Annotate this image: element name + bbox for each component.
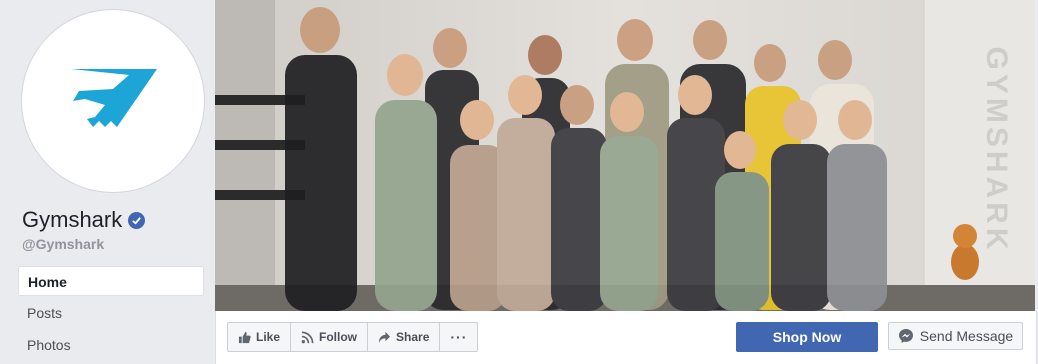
- avatar: [28, 16, 198, 186]
- follow-button[interactable]: Follow: [291, 323, 369, 351]
- send-message-label: Send Message: [919, 328, 1014, 344]
- share-label: Share: [396, 330, 430, 344]
- like-label: Like: [256, 330, 281, 344]
- messenger-icon: [898, 329, 913, 343]
- nav-item-home[interactable]: Home: [18, 266, 204, 296]
- verified-check-icon: [128, 211, 146, 229]
- send-message-button[interactable]: Send Message: [888, 322, 1023, 350]
- like-button[interactable]: Like: [228, 323, 292, 351]
- page-handle[interactable]: @Gymshark: [22, 236, 104, 252]
- shop-now-button[interactable]: Shop Now: [736, 322, 878, 352]
- cover-photo-image: GYMSHARK: [215, 0, 1035, 311]
- page-title[interactable]: Gymshark: [22, 207, 146, 233]
- thumbs-up-icon: [238, 331, 251, 343]
- nav-item-photos[interactable]: Photos: [18, 330, 204, 360]
- profile-picture[interactable]: [22, 10, 204, 192]
- share-arrow-icon: [378, 331, 391, 343]
- gymshark-logo-icon: [71, 69, 157, 127]
- page-action-bar: Like Follow Share ··· Shop Now Send Mess…: [215, 311, 1037, 364]
- more-options-button[interactable]: ···: [440, 323, 477, 351]
- page-name-text[interactable]: Gymshark: [22, 207, 122, 233]
- nav-item-posts[interactable]: Posts: [18, 298, 204, 328]
- more-dots-icon: ···: [450, 329, 468, 345]
- page-actions-group: Like Follow Share ···: [227, 322, 479, 352]
- share-button[interactable]: Share: [368, 323, 441, 351]
- rss-icon: [301, 331, 314, 343]
- cover-watermark: GYMSHARK: [980, 46, 1013, 253]
- cover-photo[interactable]: GYMSHARK: [215, 0, 1035, 311]
- follow-label: Follow: [319, 330, 358, 344]
- page-sidebar: Gymshark @Gymshark Home Posts Photos: [0, 0, 214, 364]
